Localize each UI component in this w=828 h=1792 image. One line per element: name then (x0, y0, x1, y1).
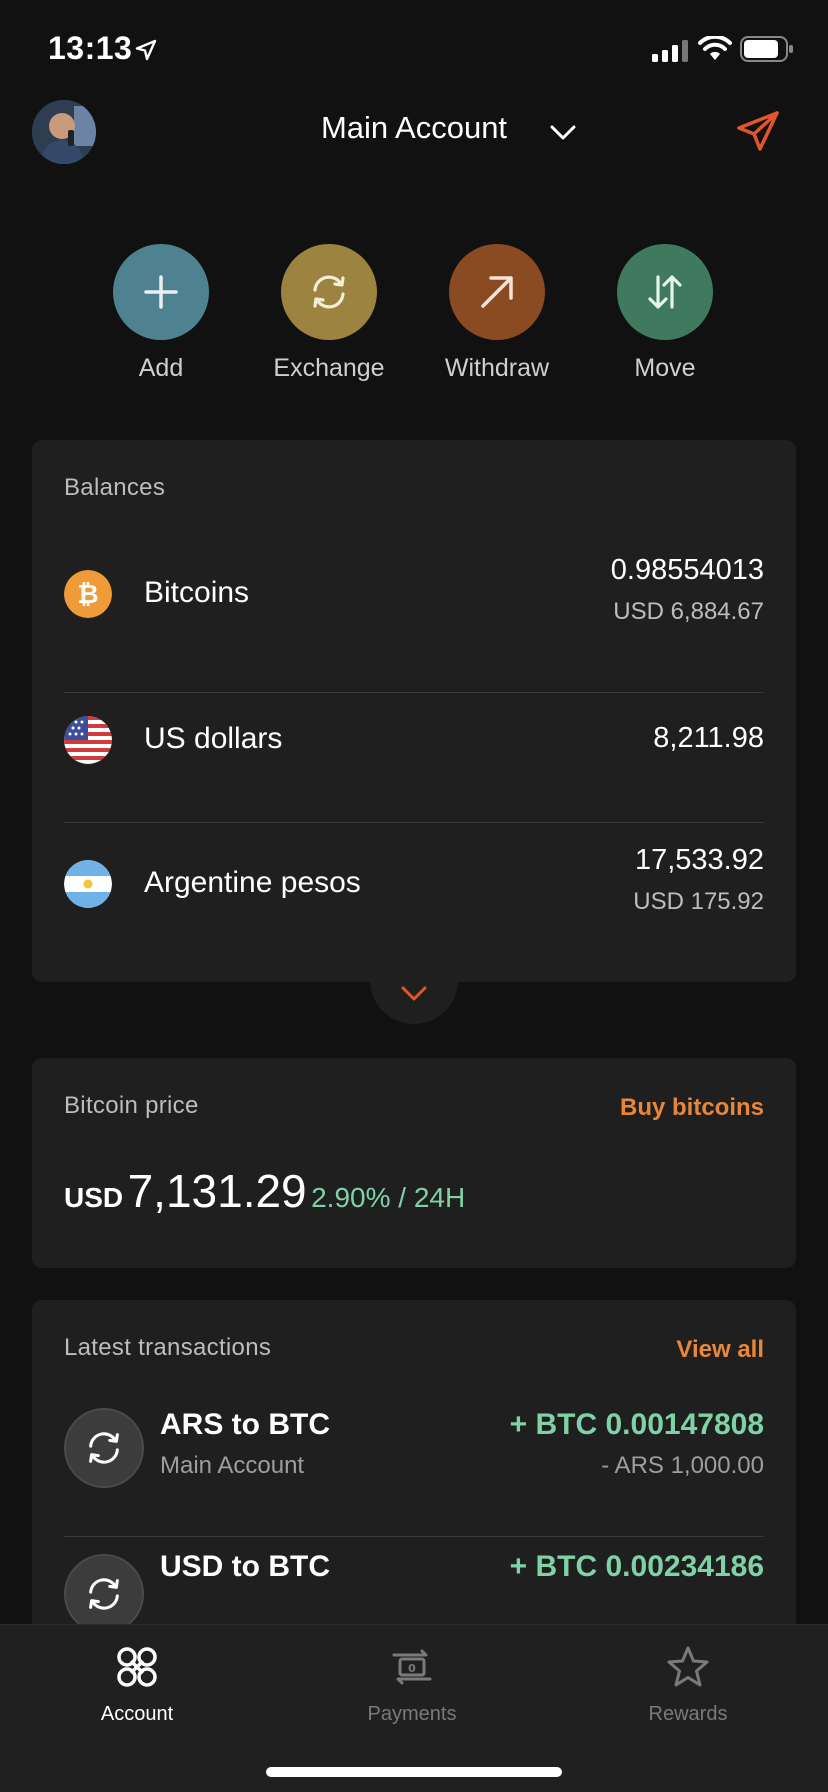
divider (64, 1536, 764, 1537)
buy-bitcoins-link[interactable]: Buy bitcoins (620, 1094, 764, 1122)
star-icon (667, 1646, 709, 1687)
divider (64, 692, 764, 693)
withdraw-label: Withdraw (444, 354, 550, 382)
bitcoin-price-title: Bitcoin price (64, 1092, 199, 1119)
exchange-icon (64, 1408, 144, 1488)
add-label: Add (138, 354, 184, 382)
balance-name: Argentine pesos (144, 866, 361, 899)
transactions-title: Latest transactions (64, 1334, 272, 1361)
balance-row-ars[interactable]: Argentine pesos 17,533.92 USD 175.92 (64, 826, 764, 954)
view-all-link[interactable]: View all (676, 1336, 764, 1364)
status-bar: 13:13 (0, 0, 828, 100)
arrow-up-right-icon (481, 276, 513, 308)
withdraw-circle[interactable] (449, 244, 545, 340)
balance-name: US dollars (144, 722, 283, 755)
transaction-amount: + BTC 0.00234186 (509, 1550, 764, 1583)
exchange-circle[interactable] (281, 244, 377, 340)
tab-rewards[interactable]: Rewards (598, 1643, 778, 1726)
home-indicator (266, 1767, 562, 1777)
add-button[interactable]: Add (86, 244, 236, 383)
transaction-title: ARS to BTC (160, 1408, 330, 1441)
balance-usd-value: USD 175.92 (633, 888, 764, 915)
divider (64, 822, 764, 823)
argentina-flag-icon (64, 860, 112, 908)
balance-usd-value: USD 6,884.67 (613, 598, 764, 625)
price-value: 7,131.29 (127, 1165, 307, 1217)
add-circle[interactable] (113, 244, 209, 340)
balance-amount: 0.98554013 (610, 554, 764, 586)
bitcoin-price-card: Bitcoin price Buy bitcoins USD 7,131.29 … (32, 1058, 796, 1268)
location-arrow-icon (135, 39, 157, 61)
move-button[interactable]: Move (590, 244, 740, 383)
wifi-icon (698, 36, 732, 60)
tab-payments-label: Payments (367, 1703, 457, 1725)
expand-balances-button[interactable] (370, 964, 458, 1024)
balance-amount: 17,533.92 (634, 844, 764, 876)
exchange-button[interactable]: Exchange (254, 244, 404, 383)
price-currency: USD (64, 1182, 124, 1213)
price-change: 2.90% / 24H (311, 1182, 466, 1213)
tab-account-label: Account (100, 1703, 174, 1725)
balance-row-usd[interactable]: US dollars 8,211.98 (64, 696, 764, 824)
bitcoin-icon: ₿ (64, 570, 112, 618)
balance-name: Bitcoins (144, 576, 250, 609)
transaction-amount-sub: - ARS 1,000.00 (601, 1452, 764, 1479)
balance-row-bitcoin[interactable]: ₿ Bitcoins 0.98554013 USD 6,884.67 (64, 530, 764, 658)
balances-card: Balances ₿ Bitcoins 0.98554013 USD 6,884… (32, 440, 796, 982)
tab-payments[interactable]: 0 Payments (322, 1643, 502, 1726)
payments-tab-icon: 0 (392, 1649, 432, 1685)
tab-bar: Account 0 Payments Rewards (0, 1624, 828, 1792)
account-selector[interactable]: Main Account (0, 110, 828, 146)
account-name: Main Account (320, 110, 508, 145)
account-tab-icon (117, 1647, 157, 1687)
move-label: Move (634, 354, 696, 382)
exchange-icon (313, 275, 345, 309)
withdraw-button[interactable]: Withdraw (422, 244, 572, 383)
swap-vertical-icon (648, 275, 682, 309)
chevron-down-icon[interactable] (550, 124, 576, 142)
balance-amount: 8,211.98 (653, 722, 764, 754)
transaction-amount: + BTC 0.00147808 (509, 1408, 764, 1441)
send-icon[interactable] (736, 110, 780, 152)
svg-text:0: 0 (408, 1662, 416, 1675)
bitcoin-price: USD 7,131.29 2.90% / 24H (64, 1164, 465, 1218)
plus-icon (144, 275, 178, 309)
move-circle[interactable] (617, 244, 713, 340)
svg-text:₿: ₿ (77, 580, 98, 610)
tab-rewards-label: Rewards (648, 1703, 728, 1725)
tab-account[interactable]: Account (47, 1643, 227, 1726)
status-time: 13:13 (48, 30, 133, 66)
transaction-account: Main Account (160, 1452, 305, 1479)
us-flag-icon (64, 716, 112, 764)
transaction-row[interactable]: ARS to BTC Main Account + BTC 0.00147808… (64, 1396, 764, 1536)
balances-title: Balances (64, 474, 166, 501)
cellular-signal-icon (652, 40, 688, 62)
transactions-card: Latest transactions View all ARS to BTC … (32, 1300, 796, 1640)
chevron-down-icon (401, 986, 427, 1001)
transaction-title: USD to BTC (160, 1550, 330, 1583)
exchange-label: Exchange (273, 354, 385, 382)
battery-icon (740, 36, 793, 62)
exchange-icon (64, 1554, 144, 1634)
